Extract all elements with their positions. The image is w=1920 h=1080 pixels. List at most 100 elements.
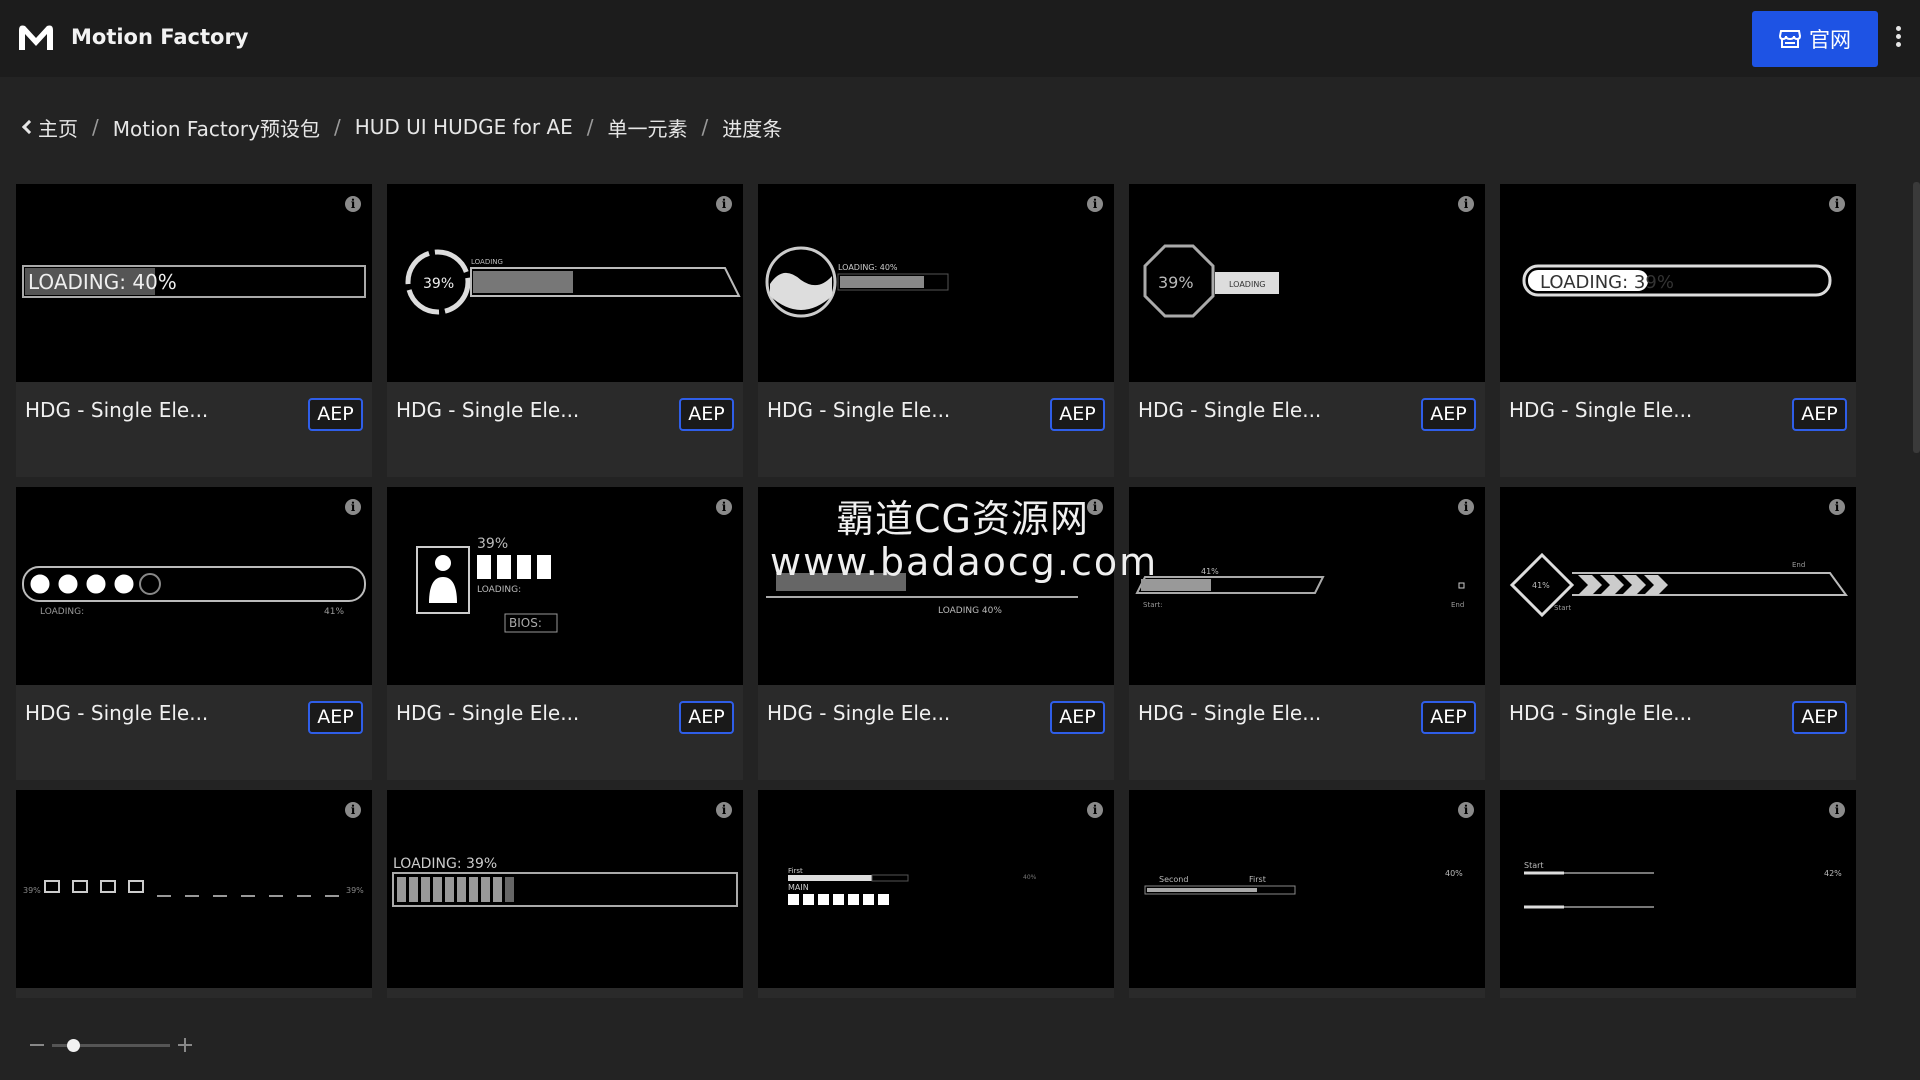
card-title: HDG - Single Ele... bbox=[396, 701, 580, 725]
asset-card[interactable]: Second First 40% i bbox=[1129, 790, 1485, 998]
breadcrumb: 主页 / Motion Factory预设包 / HUD UI HUDGE fo… bbox=[20, 112, 782, 142]
asset-thumbnail[interactable]: 39% LOADING i bbox=[387, 184, 743, 382]
preview-text: LOADING: 40% bbox=[838, 263, 898, 272]
store-icon bbox=[1779, 30, 1801, 48]
info-icon[interactable]: i bbox=[1087, 499, 1103, 515]
info-icon[interactable]: i bbox=[1829, 196, 1845, 212]
asset-card[interactable]: 39% LOADING i HDG - Single Ele... AEP bbox=[387, 184, 743, 477]
breadcrumb-separator: / bbox=[92, 115, 99, 139]
asset-thumbnail[interactable]: LOADING: 41% i bbox=[16, 487, 372, 685]
info-icon[interactable]: i bbox=[1458, 196, 1474, 212]
asset-thumbnail[interactable]: LOADING: 39% i bbox=[387, 790, 743, 988]
watermark-url: www.badaocg.com bbox=[770, 540, 1159, 584]
asset-card[interactable]: First MAIN 40% i bbox=[758, 790, 1114, 998]
asset-thumbnail[interactable]: 41% Start End i bbox=[1500, 487, 1856, 685]
asset-card[interactable]: 39% LOADING i HDG - Single Ele... AEP bbox=[1129, 184, 1485, 477]
preview-text: First bbox=[788, 867, 803, 875]
breadcrumb-home[interactable]: 主页 bbox=[38, 113, 78, 142]
preview-text: LOADING: bbox=[40, 607, 84, 617]
preview-text: 41% bbox=[1201, 567, 1219, 576]
info-icon[interactable]: i bbox=[716, 499, 732, 515]
asset-thumbnail[interactable]: LOADING: 39% i bbox=[1500, 184, 1856, 382]
preview-text: LOADING: 39% bbox=[1540, 272, 1674, 293]
zoom-in-icon[interactable] bbox=[178, 1038, 192, 1052]
preview-text: 39% bbox=[346, 886, 364, 895]
official-site-label: 官网 bbox=[1809, 28, 1851, 52]
info-icon[interactable]: i bbox=[1458, 499, 1474, 515]
asset-card[interactable]: LOADING: 40% i HDG - Single Ele... AEP bbox=[16, 184, 372, 477]
preview-text: LOADING 40% bbox=[938, 606, 1002, 616]
card-title: HDG - Single Ele... bbox=[1509, 701, 1693, 725]
aep-badge: AEP bbox=[308, 701, 363, 734]
preview-text: 40% bbox=[1023, 874, 1037, 881]
asset-card[interactable]: LOADING: 39% i bbox=[387, 790, 743, 998]
breadcrumb-separator: / bbox=[333, 115, 341, 139]
card-title: HDG - Single Ele... bbox=[1509, 398, 1693, 422]
preview-text: 41% bbox=[1532, 581, 1550, 590]
preview-text: LOADING: 39% bbox=[393, 856, 497, 872]
asset-card[interactable]: LOADING: 40% i HDG - Single Ele... AEP bbox=[758, 184, 1114, 477]
card-title: HDG - Single Ele... bbox=[767, 701, 951, 725]
card-title: HDG - Single Ele... bbox=[1138, 398, 1322, 422]
asset-card[interactable]: 39% 39% i bbox=[16, 790, 372, 998]
grid-scrollbar[interactable] bbox=[1913, 182, 1920, 453]
aep-badge: AEP bbox=[1050, 398, 1105, 431]
preview-text: 39% bbox=[423, 276, 454, 292]
asset-thumbnail[interactable]: Start 42% i bbox=[1500, 790, 1856, 988]
card-title: HDG - Single Ele... bbox=[1138, 701, 1322, 725]
asset-card[interactable]: LOADING: 41% i HDG - Single Ele... AEP bbox=[16, 487, 372, 780]
aep-badge: AEP bbox=[679, 398, 734, 431]
info-icon[interactable]: i bbox=[716, 196, 732, 212]
chevron-left-icon[interactable] bbox=[21, 119, 37, 135]
asset-card[interactable]: 41% Start: End i HDG - Single Ele... AEP bbox=[1129, 487, 1485, 780]
preview-text: 39% bbox=[23, 886, 41, 895]
asset-card[interactable]: Start 42% i bbox=[1500, 790, 1856, 998]
breadcrumb-separator: / bbox=[586, 115, 594, 139]
asset-thumbnail[interactable]: 41% Start: End i bbox=[1129, 487, 1485, 685]
breadcrumb-preset-pack[interactable]: Motion Factory预设包 bbox=[113, 113, 320, 142]
aep-badge: AEP bbox=[1421, 398, 1476, 431]
asset-thumbnail[interactable]: LOADING: 40% i bbox=[16, 184, 372, 382]
asset-thumbnail[interactable]: LOADING: 40% i bbox=[758, 184, 1114, 382]
preview-text: First bbox=[1249, 875, 1266, 884]
official-site-button[interactable]: 官网 bbox=[1752, 11, 1878, 67]
asset-card[interactable]: LOADING: 39% i HDG - Single Ele... AEP bbox=[1500, 184, 1856, 477]
preview-text: End bbox=[1451, 601, 1464, 609]
aep-badge: AEP bbox=[1050, 701, 1105, 734]
info-icon[interactable]: i bbox=[1087, 802, 1103, 818]
breadcrumb-single-elements[interactable]: 单一元素 bbox=[608, 113, 688, 142]
info-icon[interactable]: i bbox=[1829, 802, 1845, 818]
zoom-out-icon[interactable] bbox=[30, 1044, 44, 1046]
asset-thumbnail[interactable]: 39% 39% i bbox=[16, 790, 372, 988]
info-icon[interactable]: i bbox=[345, 499, 361, 515]
card-title: HDG - Single Ele... bbox=[396, 398, 580, 422]
info-icon[interactable]: i bbox=[345, 802, 361, 818]
preview-text: Start bbox=[1554, 604, 1571, 612]
preview-text: 39% bbox=[477, 536, 508, 552]
top-bar: Motion Factory 官网 bbox=[0, 0, 1920, 77]
asset-thumbnail[interactable]: Second First 40% i bbox=[1129, 790, 1485, 988]
asset-thumbnail[interactable]: First MAIN 40% i bbox=[758, 790, 1114, 988]
preview-text: 39% bbox=[1158, 273, 1194, 292]
asset-thumbnail[interactable]: 39% LOADING i bbox=[1129, 184, 1485, 382]
info-icon[interactable]: i bbox=[716, 802, 732, 818]
asset-card[interactable]: 41% Start End i HDG - Single Ele... AEP bbox=[1500, 487, 1856, 780]
footer-bar bbox=[0, 998, 1920, 1080]
info-icon[interactable]: i bbox=[1087, 196, 1103, 212]
preview-text: LOADING: bbox=[477, 585, 521, 595]
asset-thumbnail[interactable]: 39% LOADING: BIOS: i bbox=[387, 487, 743, 685]
aep-badge: AEP bbox=[1792, 398, 1847, 431]
breadcrumb-progress-bar[interactable]: 进度条 bbox=[722, 113, 782, 142]
breadcrumb-hud-pack[interactable]: HUD UI HUDGE for AE bbox=[355, 115, 573, 139]
info-icon[interactable]: i bbox=[345, 196, 361, 212]
kebab-menu-icon[interactable] bbox=[1892, 26, 1904, 52]
aep-badge: AEP bbox=[308, 398, 363, 431]
info-icon[interactable]: i bbox=[1829, 499, 1845, 515]
preview-text: LOADING bbox=[1229, 280, 1266, 289]
breadcrumb-separator: / bbox=[701, 115, 709, 139]
aep-badge: AEP bbox=[1792, 701, 1847, 734]
asset-card[interactable]: 39% LOADING: BIOS: i HDG - Single Ele...… bbox=[387, 487, 743, 780]
mf-logo-icon[interactable] bbox=[16, 20, 56, 56]
watermark-text: 霸道CG资源网 bbox=[836, 497, 1089, 541]
info-icon[interactable]: i bbox=[1458, 802, 1474, 818]
